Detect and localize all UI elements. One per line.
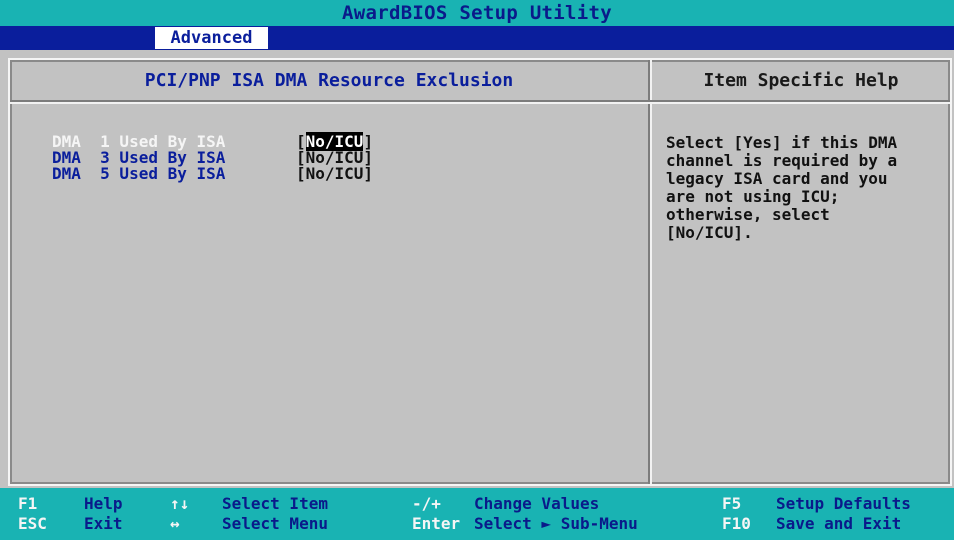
header-divider-highlight: [10, 102, 950, 104]
app-title: AwardBIOS Setup Utility: [342, 2, 612, 24]
key-f10: F10: [722, 514, 751, 533]
key-plusminus-desc: Change Values: [474, 494, 600, 513]
help-line: are not using ICU;: [666, 187, 840, 206]
key-f10-desc: Save and Exit: [776, 514, 902, 533]
key-esc-desc: Exit: [84, 514, 123, 533]
key-f5: F5: [722, 494, 742, 513]
key-esc: ESC: [18, 514, 47, 533]
panel-frame: [8, 58, 952, 486]
help-text: Select [Yes] if this DMA channel is requ…: [666, 134, 952, 242]
title-bar: AwardBIOS Setup Utility: [0, 0, 954, 26]
key-plusminus: -/+: [412, 494, 441, 513]
key-f1-desc: Help: [84, 494, 123, 513]
help-line: [No/ICU].: [666, 223, 753, 242]
menu-bar: Advanced: [0, 26, 954, 50]
option-value[interactable]: [No/ICU]: [296, 166, 373, 182]
help-line: legacy ISA card and you: [666, 169, 888, 188]
help-line: Select [Yes] if this DMA: [666, 133, 898, 152]
key-enter: Enter: [412, 514, 461, 533]
help-title: Item Specific Help: [703, 70, 899, 91]
help-line: otherwise, select: [666, 205, 830, 224]
option-label: DMA 5 Used By ISA: [52, 164, 226, 183]
key-updown-desc: Select Item: [222, 494, 328, 513]
main-panel: PCI/PNP ISA DMA Resource Exclusion Item …: [0, 50, 954, 488]
tab-advanced[interactable]: Advanced: [152, 27, 268, 49]
option-list: DMA 1 Used By ISA [No/ICU] DMA 3 Used By…: [52, 132, 412, 182]
option-dma-5[interactable]: DMA 5 Used By ISA [No/ICU]: [52, 166, 412, 182]
page-title: PCI/PNP ISA DMA Resource Exclusion: [144, 70, 514, 91]
key-f5-desc: Setup Defaults: [776, 494, 911, 513]
key-leftright-desc: Select Menu: [222, 514, 328, 533]
key-f1: F1: [18, 494, 38, 513]
key-enter-desc: Select ► Sub-Menu: [474, 514, 638, 533]
key-updown: ↑↓: [170, 494, 190, 513]
key-legend: F1 Help ↑↓ Select Item -/+ Change Values…: [0, 488, 954, 540]
column-divider-highlight: [650, 60, 652, 484]
help-line: channel is required by a: [666, 151, 898, 170]
key-leftright: ↔: [170, 514, 180, 533]
